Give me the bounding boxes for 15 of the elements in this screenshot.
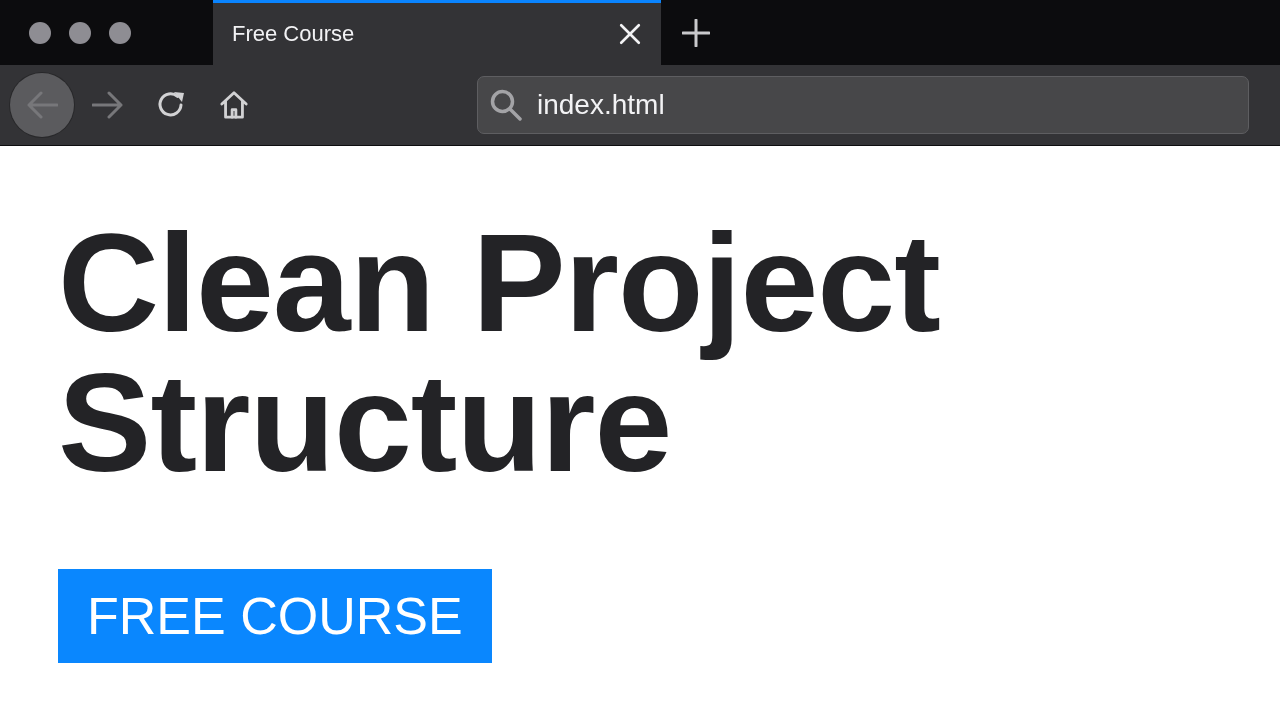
page-heading: Clean Project Structure bbox=[58, 213, 941, 493]
new-tab-button[interactable] bbox=[682, 18, 710, 47]
window-dot-icon[interactable] bbox=[29, 21, 51, 44]
close-tab-button[interactable] bbox=[619, 23, 641, 45]
close-icon bbox=[619, 23, 641, 45]
browser-tab[interactable]: Free Course bbox=[213, 0, 661, 65]
address-bar[interactable]: index.html bbox=[477, 76, 1249, 134]
arrow-right-icon bbox=[92, 90, 124, 120]
plus-icon bbox=[682, 18, 710, 47]
free-course-button[interactable]: FREE COURSE bbox=[58, 569, 492, 663]
search-icon bbox=[490, 89, 522, 121]
window-dot-icon[interactable] bbox=[69, 21, 91, 44]
window-dot-icon[interactable] bbox=[109, 21, 131, 44]
home-icon bbox=[218, 90, 250, 120]
arrow-left-icon bbox=[26, 90, 58, 120]
